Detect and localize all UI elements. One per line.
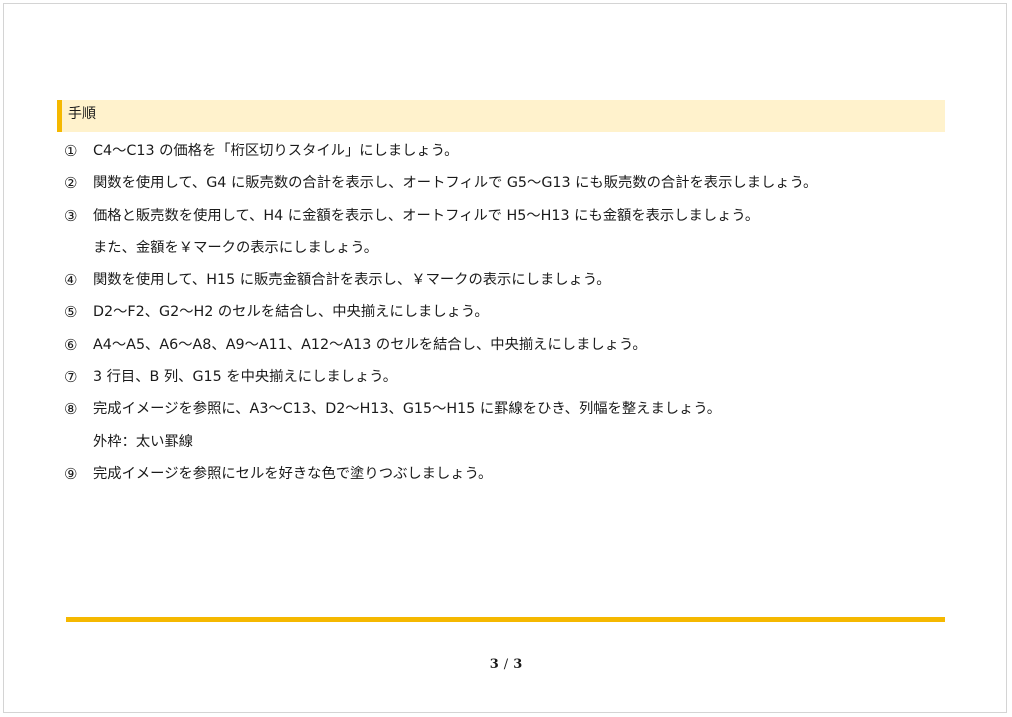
step-number: ④	[64, 271, 78, 290]
step-3-continuation: また、金額を￥マークの表示にしましょう。	[64, 232, 944, 264]
section-header-accent-bar	[57, 100, 62, 132]
step-9: ⑨ 完成イメージを参照にセルを好きな色で塗りつぶしましょう。	[64, 458, 944, 490]
steps-list: ① C4～C13 の価格を「桁区切りスタイル」にしましょう。 ② 関数を使用して…	[64, 135, 944, 490]
step-text: 3 行目、B 列、G15 を中央揃えにしましょう。	[93, 369, 397, 386]
step-7: ⑦ 3 行目、B 列、G15 を中央揃えにしましょう。	[64, 361, 944, 393]
step-number: ⑧	[64, 400, 78, 419]
step-number: ①	[64, 142, 78, 160]
step-text: 関数を使用して、G4 に販売数の合計を表示し、オートフィルで G5～G13 にも…	[93, 175, 818, 192]
current-page: 3	[489, 657, 499, 672]
section-header: 手順	[57, 100, 945, 132]
step-5: ⑤ D2～F2、G2～H2 のセルを結合し、中央揃えにしましょう。	[64, 296, 944, 328]
step-text: 関数を使用して、H15 に販売金額合計を表示し、￥マークの表示にしましょう。	[93, 272, 611, 289]
step-number: ⑨	[64, 464, 78, 483]
footer-divider	[66, 617, 945, 622]
step-text: また、金額を￥マークの表示にしましょう。	[93, 239, 379, 256]
step-3: ③ 価格と販売数を使用して、H4 に金額を表示し、オートフィルで H5～H13 …	[64, 200, 944, 232]
step-text: 完成イメージを参照に、A3～C13、D2～H13、G15～H15 に罫線をひき、…	[93, 401, 722, 418]
step-number: ③	[64, 206, 78, 225]
step-6: ⑥ A4～A5、A6～A8、A9～A11、A12～A13 のセルを結合し、中央揃…	[64, 329, 944, 361]
step-text: A4～A5、A6～A8、A9～A11、A12～A13 のセルを結合し、中央揃えに…	[93, 336, 647, 353]
step-text: 外枠：太い罫線	[93, 433, 194, 450]
step-number: ⑥	[64, 335, 78, 354]
total-pages: 3	[513, 657, 523, 672]
step-number: ⑦	[64, 368, 78, 387]
step-text: C4～C13 の価格を「桁区切りスタイル」にしましょう。	[93, 143, 459, 159]
step-4: ④ 関数を使用して、H15 に販売金額合計を表示し、￥マークの表示にしましょう。	[64, 264, 944, 296]
step-number: ②	[64, 174, 78, 193]
step-number: ⑤	[64, 303, 78, 322]
step-1: ① C4～C13 の価格を「桁区切りスタイル」にしましょう。	[64, 135, 944, 167]
section-title: 手順	[68, 106, 96, 122]
step-8-continuation: 外枠：太い罫線	[64, 426, 944, 458]
step-text: 完成イメージを参照にセルを好きな色で塗りつぶしましょう。	[93, 465, 493, 482]
page-separator: /	[503, 657, 509, 672]
step-text: D2～F2、G2～H2 のセルを結合し、中央揃えにしましょう。	[93, 304, 489, 321]
step-text: 価格と販売数を使用して、H4 に金額を表示し、オートフィルで H5～H13 にも…	[93, 207, 760, 224]
step-2: ② 関数を使用して、G4 に販売数の合計を表示し、オートフィルで G5～G13 …	[64, 167, 944, 199]
page-number: 3 / 3	[0, 657, 1012, 672]
step-8: ⑧ 完成イメージを参照に、A3～C13、D2～H13、G15～H15 に罫線をひ…	[64, 393, 944, 425]
